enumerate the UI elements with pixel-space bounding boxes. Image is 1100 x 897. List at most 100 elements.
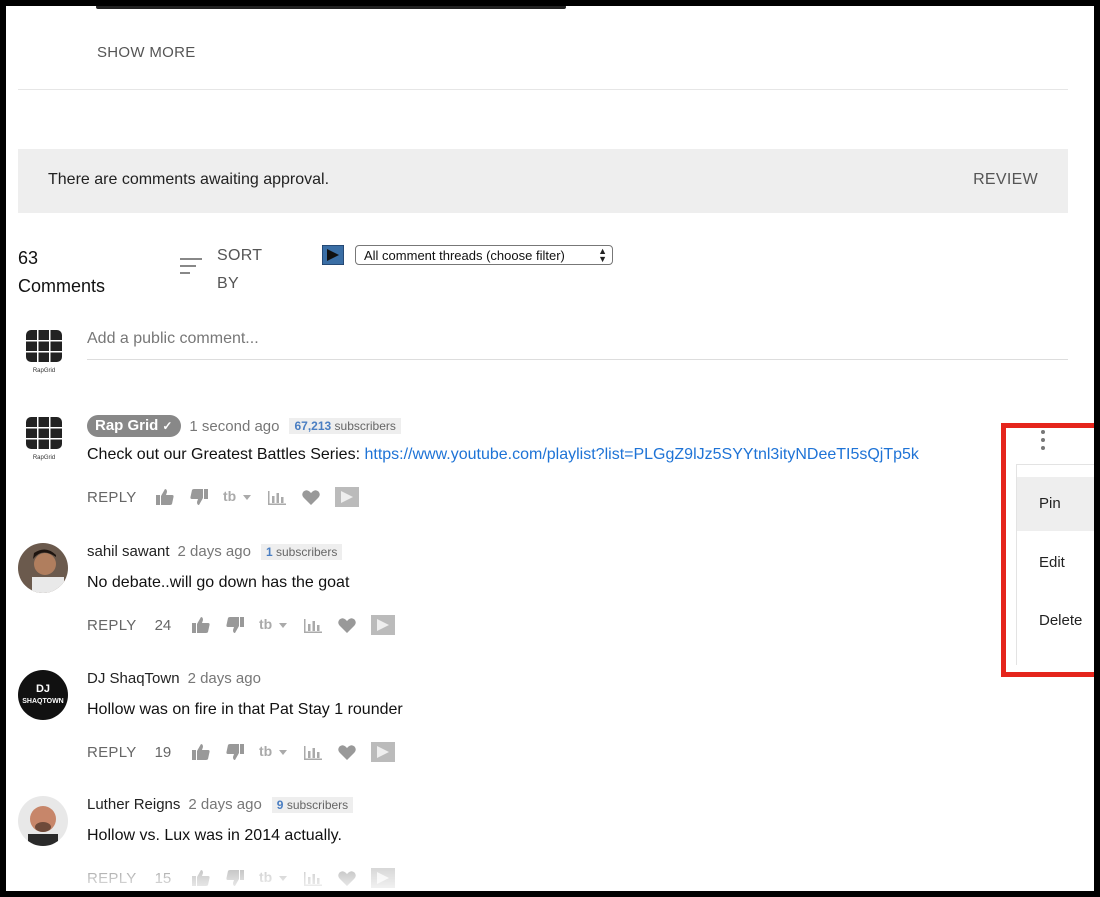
channel-avatar: RapGrid bbox=[26, 330, 62, 374]
like-count: 19 bbox=[154, 743, 172, 761]
author-name[interactable]: DJ ShaqTown bbox=[87, 670, 180, 687]
menu-item-delete[interactable]: Delete bbox=[1017, 594, 1094, 648]
svg-text:tb: tb bbox=[223, 488, 236, 504]
heart-icon[interactable] bbox=[337, 743, 357, 761]
comment-count-label: Comments bbox=[18, 276, 106, 296]
flag-action-icon[interactable] bbox=[370, 742, 395, 762]
heart-icon[interactable] bbox=[337, 869, 357, 887]
subscriber-word: subscribers bbox=[334, 419, 396, 433]
add-comment-underline bbox=[87, 359, 1068, 360]
verified-check-icon: ✓ bbox=[162, 419, 173, 433]
comment-time[interactable]: 2 days ago bbox=[188, 670, 261, 687]
sort-by-button[interactable]: SORT BY bbox=[217, 242, 262, 298]
stats-icon[interactable] bbox=[267, 488, 287, 506]
show-more-button[interactable]: SHOW MORE bbox=[97, 44, 196, 61]
subscriber-word: subscribers bbox=[286, 797, 349, 812]
author-name[interactable]: Luther Reigns bbox=[87, 796, 180, 813]
comment-header: sahil sawant 2 days ago 1 subscribers bbox=[87, 543, 343, 560]
like-count: 24 bbox=[154, 616, 172, 634]
comment-body: Check out our Greatest Battles Series: bbox=[87, 446, 365, 463]
comment-time[interactable]: 2 days ago bbox=[178, 543, 251, 560]
comment-count: 63 Comments bbox=[18, 244, 105, 300]
comment-header: DJ ShaqTown 2 days ago bbox=[87, 670, 261, 687]
comment-actions: REPLY 19 tb bbox=[87, 742, 409, 762]
playlist-link[interactable]: https://www.youtube.com/playlist?list=PL… bbox=[364, 446, 918, 463]
thumbs-up-icon[interactable] bbox=[191, 743, 211, 761]
approval-banner-text: There are comments awaiting approval. bbox=[48, 171, 330, 188]
comment-actions: REPLY tb bbox=[87, 487, 373, 507]
subscriber-number: 9 bbox=[276, 797, 284, 812]
reply-button[interactable]: REPLY bbox=[87, 617, 137, 634]
menu-item-pin[interactable]: Pin bbox=[1017, 477, 1094, 531]
section-divider bbox=[18, 89, 1068, 90]
select-arrows-icon: ▲ ▼ bbox=[598, 246, 607, 264]
comment-actions: REPLY 15 tb bbox=[87, 868, 409, 888]
sort-label-line1: SORT bbox=[217, 247, 263, 264]
author-name[interactable]: sahil sawant bbox=[87, 543, 170, 560]
author-name: Rap Grid bbox=[95, 417, 159, 434]
svg-text:tb: tb bbox=[259, 616, 272, 632]
subscriber-number: 1 bbox=[265, 544, 273, 559]
thumbs-down-icon[interactable] bbox=[189, 488, 209, 506]
comment-header: Luther Reigns 2 days ago 9 subscribers bbox=[87, 796, 354, 813]
comment-text: Hollow vs. Lux was in 2014 actually. bbox=[87, 827, 342, 844]
reply-button[interactable]: REPLY bbox=[87, 489, 137, 506]
sort-icon[interactable] bbox=[180, 258, 204, 276]
comment-actions: REPLY 24 tb bbox=[87, 615, 409, 635]
sort-label-line2: BY bbox=[217, 275, 239, 292]
approval-banner: There are comments awaiting approval. RE… bbox=[18, 149, 1068, 213]
subscriber-count: 9 subscribers bbox=[271, 796, 354, 813]
svg-text:tb: tb bbox=[259, 869, 272, 885]
moderation-dropdown-icon[interactable]: tb bbox=[259, 869, 289, 887]
comments-page: SHOW MORE There are comments awaiting ap… bbox=[6, 6, 1094, 891]
stats-icon[interactable] bbox=[303, 616, 323, 634]
thumbs-down-icon[interactable] bbox=[225, 616, 245, 634]
thumbs-down-icon[interactable] bbox=[225, 743, 245, 761]
comment-header: Rap Grid ✓ 1 second ago 67,213 subscriber… bbox=[87, 415, 401, 437]
menu-item-edit[interactable]: Edit bbox=[1017, 536, 1094, 590]
moderation-dropdown-icon[interactable]: tb bbox=[223, 488, 253, 506]
commenter-avatar[interactable]: RapGrid bbox=[24, 415, 64, 463]
commenter-avatar-caption: RapGrid bbox=[33, 455, 55, 461]
commenter-avatar[interactable] bbox=[18, 543, 68, 593]
comment-count-number: 63 bbox=[18, 248, 39, 268]
flag-action-icon[interactable] bbox=[334, 487, 359, 507]
thumbs-up-icon[interactable] bbox=[155, 488, 175, 506]
svg-text:tb: tb bbox=[259, 743, 272, 759]
owner-author-badge[interactable]: Rap Grid ✓ bbox=[87, 415, 182, 437]
comment-filter-value: All comment threads (choose filter) bbox=[364, 248, 565, 263]
comment-text: Check out our Greatest Battles Series: h… bbox=[87, 446, 919, 464]
thumbs-down-icon[interactable] bbox=[225, 869, 245, 887]
thumbs-up-icon[interactable] bbox=[191, 869, 211, 887]
flag-action-icon[interactable] bbox=[370, 868, 395, 888]
subscriber-count: 67,213 subscribers bbox=[289, 418, 401, 434]
commenter-avatar[interactable] bbox=[18, 796, 68, 846]
truncated-description-text bbox=[96, 6, 566, 9]
commenter-avatar[interactable]: DJ SHAQTOWN bbox=[18, 670, 68, 720]
flag-icon bbox=[322, 245, 344, 265]
like-count: 15 bbox=[154, 869, 172, 887]
reply-button[interactable]: REPLY bbox=[87, 870, 137, 887]
stats-icon[interactable] bbox=[303, 743, 323, 761]
avatar-text-shaqtown: SHAQTOWN bbox=[22, 698, 63, 705]
moderation-dropdown-icon[interactable]: tb bbox=[259, 616, 289, 634]
review-button[interactable]: REVIEW bbox=[973, 171, 1038, 189]
thumbs-up-icon[interactable] bbox=[191, 616, 211, 634]
heart-icon[interactable] bbox=[301, 488, 321, 506]
heart-icon[interactable] bbox=[337, 616, 357, 634]
comment-time[interactable]: 2 days ago bbox=[188, 796, 261, 813]
subscriber-word: subscribers bbox=[275, 544, 338, 559]
moderation-dropdown-icon[interactable]: tb bbox=[259, 743, 289, 761]
flag-action-icon[interactable] bbox=[370, 615, 395, 635]
add-comment-input[interactable]: Add a public comment... bbox=[87, 330, 259, 348]
more-vert-icon[interactable] bbox=[1037, 428, 1049, 452]
comment-filter-select[interactable]: All comment threads (choose filter) ▲ ▼ bbox=[355, 245, 613, 265]
comment-text: Hollow was on fire in that Pat Stay 1 ro… bbox=[87, 701, 403, 718]
comment-time[interactable]: 1 second ago bbox=[189, 418, 279, 435]
reply-button[interactable]: REPLY bbox=[87, 744, 137, 761]
channel-avatar-caption: RapGrid bbox=[33, 368, 55, 374]
comment-text: No debate..will go down has the goat bbox=[87, 574, 350, 591]
comment-context-menu: Pin Edit Delete bbox=[1016, 464, 1094, 665]
stats-icon[interactable] bbox=[303, 869, 323, 887]
subscriber-number: 67,213 bbox=[294, 419, 332, 433]
